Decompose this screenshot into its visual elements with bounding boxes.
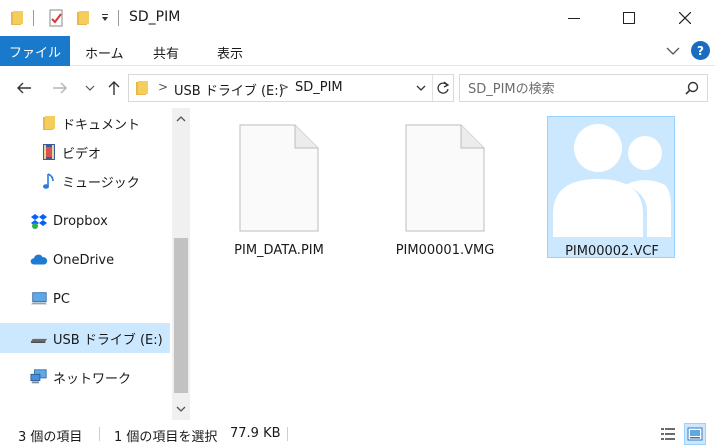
file-item-selected[interactable]: PIM00002.VCF [547,116,675,259]
close-button[interactable] [657,0,713,36]
file-name: PIM00001.VMG [395,243,495,258]
chevron-down-icon [85,85,95,91]
tab-view[interactable]: 表示 [217,43,243,62]
chevron-up-icon [176,116,186,122]
breadcrumb-separator-icon[interactable]: > [158,80,168,94]
sidebar-item-label: ドキュメント [62,117,141,133]
minimize-icon [568,18,580,19]
generic-file-icon [239,124,319,232]
up-button[interactable] [104,78,124,98]
sidebar-item-pc[interactable]: PC [0,284,170,314]
close-icon [679,12,691,24]
back-button[interactable] [14,78,34,98]
dropbox-icon [30,212,48,230]
sidebar-item-music[interactable]: ミュージック [0,166,170,196]
customize-toolbar-icon[interactable] [94,8,116,28]
breadcrumb-sd-pim[interactable]: SD_PIM [295,80,343,95]
refresh-icon[interactable] [436,80,450,96]
address-dropdown-chevron-icon[interactable] [416,85,426,91]
new-folder-icon[interactable] [72,8,94,28]
scroll-thumb[interactable] [174,238,188,393]
selection-count: 1 個の項目を選択 [114,430,218,445]
title-bar: SD_PIM [0,0,715,36]
large-icons-view-icon [687,427,703,441]
sidebar-item-label: USB ドライブ (E:) [53,332,163,348]
navigation-pane: ドキュメント ビデオ ミュージック Dropbox OneDrive PC US… [0,108,172,420]
selection-size: 77.9 KB [230,426,281,441]
sidebar-item-label: ミュージック [62,175,140,191]
forward-button[interactable] [50,78,70,98]
sidebar-item-label: Dropbox [53,213,108,229]
details-view-button[interactable] [657,423,679,445]
minimize-button[interactable] [546,0,602,36]
videos-icon [40,143,58,161]
tab-share[interactable]: 共有 [153,43,179,62]
sidebar-item-label: ビデオ [62,146,102,162]
sidebar-item-documents[interactable]: ドキュメント [0,108,170,138]
window-title: SD_PIM [129,9,181,25]
onedrive-icon [30,251,48,269]
forward-arrow-icon [53,82,67,94]
breadcrumb-usb-drive[interactable]: USB ドライブ (E:) [174,80,284,99]
sidebar-item-network[interactable]: ネットワーク [0,362,170,392]
contact-card-icon [553,124,671,237]
ribbon-tabs: ファイル ホーム 共有 表示 ? [0,36,715,66]
toolbar-divider [118,10,119,26]
address-divider [432,75,433,101]
scroll-down-button[interactable] [172,400,190,418]
maximize-icon [623,12,635,24]
address-bar[interactable]: > USB ドライブ (E:) > SD_PIM [128,74,454,102]
tab-file[interactable]: ファイル [0,36,70,66]
file-item[interactable]: PIM_DATA.PIM [215,116,343,258]
file-item[interactable]: PIM00001.VMG [381,116,509,258]
search-input[interactable] [468,80,678,98]
search-icon[interactable] [685,81,699,95]
folder-icon [136,81,148,95]
file-name: PIM00002.VCF [565,244,659,259]
toolbar-divider [33,10,34,26]
network-icon [30,368,48,386]
search-box[interactable] [459,74,708,102]
scroll-up-button[interactable] [172,110,190,128]
tab-home[interactable]: ホーム [85,43,124,62]
status-divider [287,427,288,441]
file-name: PIM_DATA.PIM [234,243,324,258]
sidebar-item-usb-drive[interactable]: USB ドライブ (E:) [0,323,170,353]
sidebar-item-videos[interactable]: ビデオ [0,137,170,167]
file-list: PIM_DATA.PIM PIM00001.VMG PIM00002.VCF [190,108,715,420]
usb-drive-icon [30,329,48,347]
details-view-icon [661,428,675,440]
chevron-down-icon [176,406,186,412]
item-count: 3 個の項目 [18,430,83,445]
properties-icon[interactable] [45,8,67,28]
documents-folder-icon [40,114,58,132]
large-icons-view-button[interactable] [684,423,706,445]
pc-icon [30,290,48,308]
back-arrow-icon [17,82,31,94]
sidebar-item-label: PC [53,291,70,307]
maximize-button[interactable] [601,0,657,36]
sidebar-item-dropbox[interactable]: Dropbox [0,206,170,236]
up-arrow-icon [108,81,120,95]
navigation-scrollbar[interactable] [172,108,190,420]
help-button[interactable]: ? [691,41,710,60]
sidebar-item-label: ネットワーク [53,371,132,387]
folder-icon [6,8,28,28]
music-icon [40,172,58,190]
sidebar-item-label: OneDrive [53,252,115,268]
status-bar: 3 個の項目 1 個の項目を選択 77.9 KB [0,420,715,448]
status-divider [99,427,100,441]
expand-ribbon-chevron-icon[interactable] [665,43,681,59]
sidebar-item-onedrive[interactable]: OneDrive [0,245,170,275]
recent-locations-button[interactable] [80,78,100,98]
generic-file-icon [405,124,485,232]
breadcrumb-separator-icon[interactable]: > [279,80,289,94]
